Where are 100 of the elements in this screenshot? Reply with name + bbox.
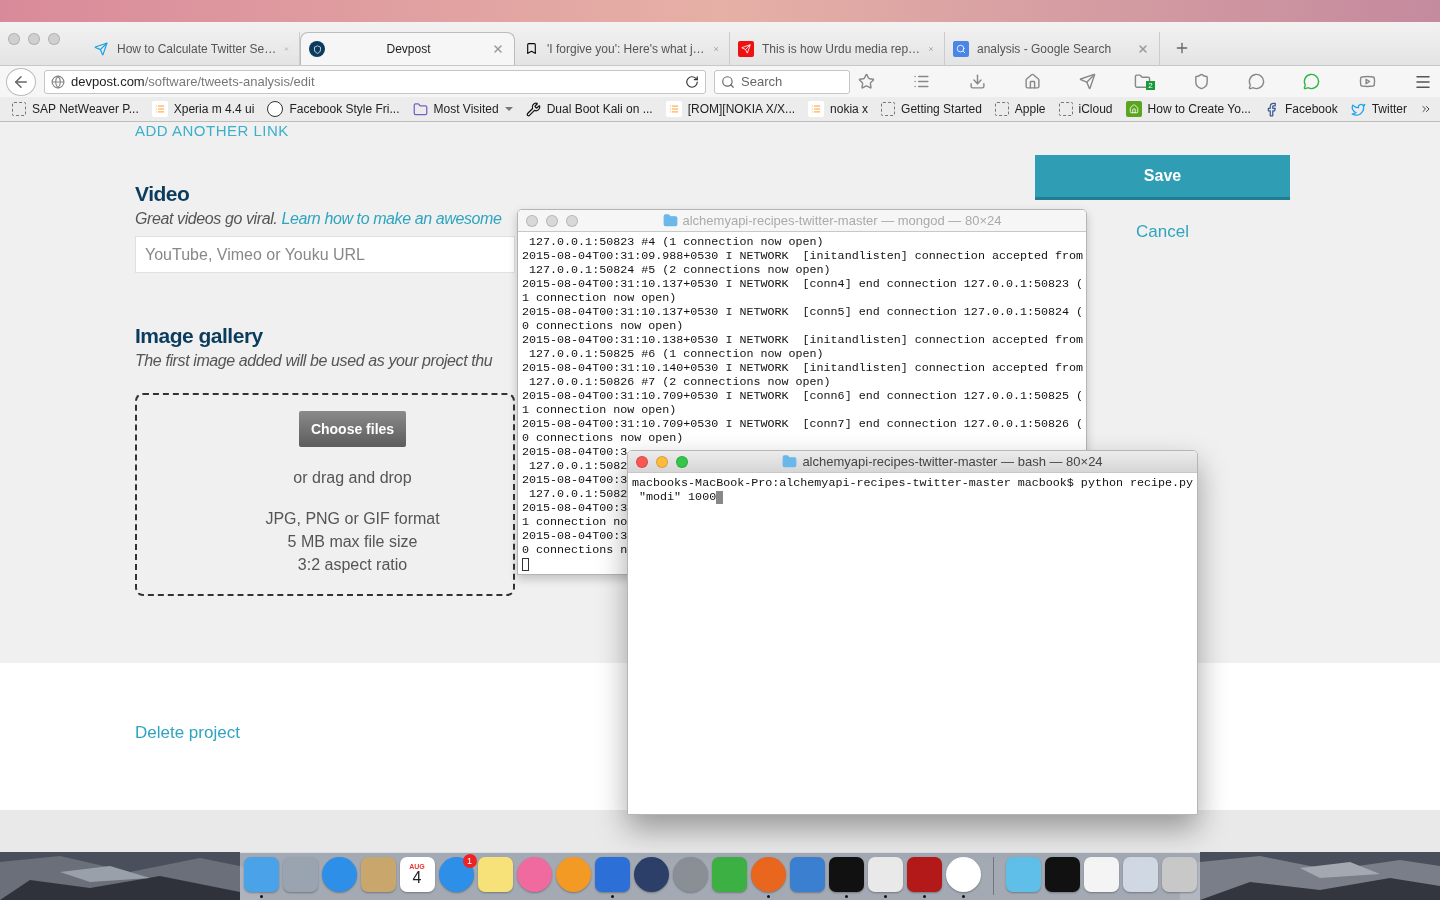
- bookmark-item[interactable]: nokia x: [808, 101, 869, 117]
- terminal-line: 2015-08-04T00:31:10.137+0530 I NETWORK [conn4] end connection 127.0.0.1:50823 (: [522, 277, 1084, 291]
- square-logo-icon: [151, 101, 168, 117]
- window-control-icon[interactable]: [526, 214, 538, 227]
- download-icon[interactable]: [968, 73, 986, 90]
- bookmark-item[interactable]: Getting Started: [881, 102, 982, 116]
- terminal-line: 127.0.0.1:5082: [528, 487, 628, 501]
- bookmark-item[interactable]: Most Visited: [412, 101, 513, 117]
- terminal-line: 2015-08-04T00:3: [522, 501, 628, 515]
- terminal-line: "modi" 1000: [638, 490, 717, 504]
- bookmark-item[interactable]: Facebook Style Fri...: [267, 101, 400, 117]
- terminal-line: 2015-08-04T00:31:10.709+0530 I NETWORK [conn6] end connection 127.0.0.1:50825 (: [522, 389, 1084, 403]
- window-control-icon[interactable]: [566, 214, 578, 227]
- bookmark-item[interactable]: Dual Boot Kali on ...: [525, 101, 653, 117]
- logo-tile-icon: [1125, 101, 1142, 117]
- window-control-icon[interactable]: [636, 455, 648, 468]
- terminal-line: 0 connections now open): [522, 319, 684, 333]
- back-button[interactable]: [6, 67, 36, 96]
- section-description: The first image added will be used as your project thu: [135, 352, 493, 370]
- reload-icon[interactable]: [685, 74, 699, 89]
- bookmark-item[interactable]: Twitter: [1350, 101, 1407, 117]
- paper-plane-icon[interactable]: [1079, 73, 1096, 90]
- window-control-icon[interactable]: [546, 214, 558, 227]
- terminal-line: 2015-08-04T00:31:10.137+0530 I NETWORK [conn5] end connection 127.0.0.1:50824 (: [522, 305, 1084, 319]
- requirement-text: JPG, PNG or GIF format: [265, 509, 440, 529]
- browser-tab[interactable]: Devpost: [300, 32, 515, 65]
- placeholder-page-icon: [1058, 102, 1073, 116]
- app-icon[interactable]: [633, 857, 669, 892]
- requirement-text: 3:2 aspect ratio: [297, 555, 408, 575]
- terminal-line: 127.0.0.1:50825 #6 (1 connection now open): [528, 347, 824, 361]
- video-icon[interactable]: [1358, 73, 1376, 90]
- bookmark-item[interactable]: Facebook: [1263, 101, 1338, 117]
- terminal-line: 2015-08-04T00:3: [522, 529, 628, 543]
- folder-icon: [412, 101, 428, 117]
- terminal-line: 2015-08-04T00:31:10.138+0530 I NETWORK [initandlisten] connection accepted from: [522, 333, 1084, 347]
- shield-icon[interactable]: [1192, 73, 1210, 90]
- bookmark-item[interactable]: How to Create Yo...: [1125, 101, 1251, 117]
- window-control-icon[interactable]: [28, 33, 40, 45]
- search-icon: [721, 74, 735, 89]
- chat-icon[interactable]: [1248, 73, 1266, 90]
- address-field[interactable]: devpost.com/software/tweets-analysis/edit: [44, 69, 706, 94]
- window-control-icon[interactable]: [656, 455, 668, 468]
- app-icon[interactable]: [1044, 857, 1080, 892]
- video-url-field[interactable]: YouTube, Vimeo or Youku URL: [135, 236, 515, 273]
- terminal-line: 1 connection now open): [522, 291, 677, 305]
- window-control-icon[interactable]: [8, 33, 20, 45]
- window-title: alchemyapi-recipes-twitter-master — mongod — 80×24: [682, 213, 1002, 228]
- section-description: Great videos go viral. Learn how to make an awesome: [135, 210, 502, 228]
- star-icon[interactable]: [858, 73, 875, 90]
- terminal-line: 0 connections now open): [522, 431, 684, 445]
- wrench-icon: [525, 101, 541, 117]
- terminal-line: 2015-08-04T00:3: [522, 445, 628, 459]
- window-control-icon[interactable]: [48, 33, 60, 45]
- home-icon[interactable]: [1023, 73, 1041, 90]
- new-tab-icon[interactable]: [1174, 40, 1190, 56]
- requirement-text: 5 MB max file size: [287, 532, 418, 552]
- notification-badge: 1: [462, 854, 477, 868]
- square-logo-icon: [808, 101, 825, 117]
- square-logo-icon: [665, 101, 682, 117]
- terminal-line: 127.0.0.1:50824 #5 (2 connections now open): [528, 263, 831, 277]
- list-icon[interactable]: [913, 73, 931, 90]
- chat-bubble-icon[interactable]: [1303, 73, 1321, 90]
- bookmark-item[interactable]: [ROM][NOKIA X/X...: [665, 101, 796, 117]
- count-badge: 2: [1146, 81, 1155, 90]
- section-heading: Image gallery: [135, 324, 263, 348]
- choose-files-button[interactable]: Choose files: [299, 411, 406, 447]
- placeholder-page-icon: [881, 102, 896, 116]
- drop-zone[interactable]: Choose files or drag and drop JPG, PNG or GIF format 5 MB max file size 3:2 aspect ratio: [135, 393, 515, 596]
- app-icon[interactable]: [828, 857, 864, 892]
- terminal-line: 127.0.0.1:5082: [528, 459, 628, 473]
- terminal-line: 2015-08-04T00:31:10.709+0530 I NETWORK [conn7] end connection 127.0.0.1:50826 (: [522, 417, 1084, 431]
- window-title: alchemyapi-recipes-twitter-master — bash — 80×24: [802, 454, 1103, 469]
- window-control-icon[interactable]: [676, 455, 688, 468]
- terminal-line: 2015-08-04T00:31:09.988+0530 I NETWORK [initandlisten] connection accepted from: [522, 249, 1084, 263]
- placeholder-page-icon: [994, 102, 1009, 116]
- terminal-line: macbooks-MacBook-Pro:alchemyapi-recipes-twitter-master macbook$ python recipe.py: [632, 476, 1194, 490]
- globe-icon: [51, 74, 65, 89]
- drop-hint: or drag and drop: [293, 469, 412, 487]
- terminal-line: 127.0.0.1:50826 #7 (2 connections now open): [528, 375, 831, 389]
- terminal-line: 127.0.0.1:50823 #4 (1 connection now open): [528, 235, 824, 249]
- bookmark-item[interactable]: Apple: [994, 102, 1046, 116]
- bookmark-item[interactable]: Xperia m 4.4 ui: [151, 101, 255, 117]
- placeholder-page-icon: [12, 102, 26, 116]
- app-icon[interactable]: 1: [438, 857, 474, 892]
- terminal-line: 1 connection now open): [522, 403, 677, 417]
- terminal-line: 2015-08-04T00:31:10.140+0530 I NETWORK [initandlisten] connection accepted from: [522, 361, 1084, 375]
- bookmark-item[interactable]: SAP NetWeaver P...: [12, 102, 139, 116]
- close-icon[interactable]: [1137, 42, 1149, 55]
- close-icon[interactable]: [492, 43, 504, 55]
- folder-icon: [662, 213, 678, 228]
- oval-icon: [267, 101, 284, 117]
- calendar-day: 4: [412, 870, 422, 886]
- bird-icon: [1350, 101, 1366, 117]
- folder-icon: [782, 454, 798, 469]
- terminal-line: 2015-08-04T00:3: [522, 473, 628, 487]
- bookmark-item[interactable]: iCloud: [1058, 102, 1113, 116]
- terminal-line: 1 connection no: [522, 515, 628, 529]
- search-field[interactable]: Search: [714, 69, 850, 94]
- terminal-line: 0 connections n: [522, 543, 628, 557]
- section-heading: Video: [135, 182, 190, 206]
